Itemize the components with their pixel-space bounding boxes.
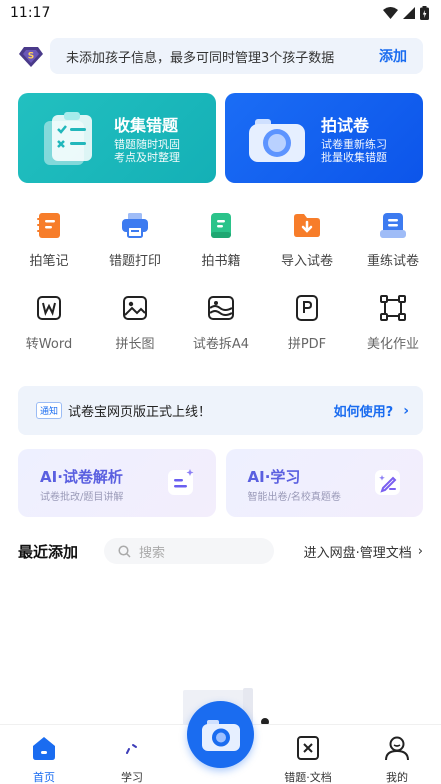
search-placeholder: 搜索	[139, 545, 166, 561]
card-subtitle-line: 批量收集错题	[321, 151, 387, 164]
notice-tag: 通知	[36, 402, 63, 419]
tool-label: 重练试卷	[366, 254, 419, 269]
camera-icon	[249, 119, 305, 162]
svg-text:S: S	[28, 52, 34, 62]
nav-study[interactable]: 学习	[102, 733, 162, 784]
ai-card-title: AI·学习	[247, 468, 301, 486]
notebook-icon	[37, 213, 60, 238]
ai-card-subtitle: 试卷批改/题目讲解	[40, 492, 124, 503]
tool-label: 美化作业	[366, 337, 419, 352]
card-title: 拍试卷	[321, 116, 370, 135]
retry-paper-icon	[380, 213, 406, 238]
scan-paper-card[interactable]: 拍试卷 试卷重新练习 批量收集错题	[225, 93, 423, 183]
card-subtitle-line: 考点及时整理	[114, 151, 180, 164]
chevron-right-icon: ›	[417, 543, 423, 559]
tool-label: 试卷拆A4	[192, 337, 250, 352]
printer-icon	[122, 213, 148, 238]
status-time: 11:17	[10, 5, 51, 21]
tool-redo-paper[interactable]: 重练试卷	[350, 210, 436, 269]
import-folder-icon	[294, 214, 320, 237]
notice-pill: 未添加孩子信息，最多可同时管理3个孩子数据 添加	[50, 38, 423, 74]
card-title: 收集错题	[114, 116, 179, 135]
tool-split-a4[interactable]: 试卷拆A4	[178, 293, 264, 352]
camera-icon	[201, 719, 240, 751]
vip-badge-icon[interactable]: S	[18, 43, 44, 69]
ai-study-card[interactable]: AI·学习 智能出卷/名校真题卷	[225, 449, 423, 517]
home-icon	[33, 737, 55, 760]
tool-label: 转Word	[25, 337, 73, 352]
notice-text: 未添加孩子信息，最多可同时管理3个孩子数据	[66, 50, 335, 66]
tool-label: 拼长图	[115, 337, 155, 352]
tool-label: 拼PDF	[287, 337, 327, 352]
ai-card-subtitle: 智能出卷/名校真题卷	[247, 492, 341, 503]
tool-to-word[interactable]: 转Word	[6, 293, 92, 352]
tool-beautify-homework[interactable]: 美化作业	[350, 293, 436, 352]
card-subtitle: 试卷重新练习 批量收集错题	[321, 138, 387, 164]
nav-profile[interactable]: 我的	[367, 733, 427, 784]
ai-cards: AI·试卷解析 试卷批改/题目讲解 AI·学习 智能出卷/名校真题卷	[18, 449, 423, 517]
tool-label: 导入试卷	[280, 254, 333, 269]
camera-fab-button[interactable]	[187, 701, 254, 768]
tool-label: 拍书籍	[201, 254, 241, 269]
announcement-bar[interactable]: 通知 试卷宝网页版正式上线！ 如何使用? ›	[18, 386, 423, 435]
feature-cards: 收集错题 错题随时巩固 考点及时整理 拍试卷 试卷重新练习 批量收集错题	[18, 93, 423, 183]
tool-scan-book[interactable]: 拍书籍	[178, 210, 264, 269]
tool-merge-pdf[interactable]: 拼PDF	[264, 293, 350, 352]
nav-home[interactable]: 首页	[14, 733, 74, 784]
search-input[interactable]: 搜索	[104, 538, 275, 564]
ai-pen-icon	[375, 470, 400, 495]
card-subtitle-line: 试卷重新练习	[321, 138, 387, 151]
status-icons	[383, 6, 429, 20]
recent-title: 最近添加	[18, 542, 79, 561]
collect-mistakes-card[interactable]: 收集错题 错题随时巩固 考点及时整理	[18, 93, 216, 183]
tool-grid: 拍笔记 错题打印 拍书籍 导入试卷 重练试卷 转Word 拼长图 试卷拆A4 拼…	[6, 210, 436, 352]
tool-import-paper[interactable]: 导入试卷	[264, 210, 350, 269]
how-to-use-link[interactable]: 如何使用?	[334, 401, 394, 420]
cloud-disk-label: 进入网盘·管理文档	[303, 545, 412, 561]
signal-icon	[403, 7, 415, 19]
split-a4-icon	[208, 296, 234, 320]
child-notice: S 未添加孩子信息，最多可同时管理3个孩子数据 添加	[18, 38, 423, 74]
card-subtitle-line: 错题随时巩固	[114, 138, 180, 151]
card-subtitle: 错题随时巩固 考点及时整理	[114, 138, 180, 164]
word-icon	[37, 296, 61, 320]
tool-print-mistakes[interactable]: 错题打印	[92, 210, 178, 269]
nav-label: 首页	[33, 771, 55, 784]
chevron-right-icon: ›	[403, 402, 409, 419]
ai-analysis-icon	[167, 469, 193, 495]
battery-icon	[420, 6, 429, 20]
mistakes-doc-icon	[297, 736, 319, 760]
ai-card-title: AI·试卷解析	[40, 468, 123, 486]
tool-label: 错题打印	[108, 254, 161, 269]
tool-long-image[interactable]: 拼长图	[92, 293, 178, 352]
ai-paper-analysis-card[interactable]: AI·试卷解析 试卷批改/题目讲解	[18, 449, 216, 517]
add-child-button[interactable]: 添加	[379, 46, 407, 66]
search-icon	[118, 544, 131, 558]
wifi-icon	[383, 7, 398, 19]
recent-section: 最近添加 搜索 进入网盘·管理文档 ›	[18, 537, 423, 565]
tool-label: 拍笔记	[29, 254, 69, 269]
long-image-icon	[123, 296, 147, 320]
nav-mistakes-docs[interactable]: 错题·文档	[278, 733, 338, 784]
mistakes-clipboard-icon	[44, 112, 92, 165]
book-icon	[211, 213, 231, 238]
announcement-text: 试卷宝网页版正式上线！	[68, 405, 212, 420]
status-bar: 11:17	[0, 0, 441, 26]
nav-label: 我的	[386, 771, 408, 784]
cloud-disk-link[interactable]: 进入网盘·管理文档 ›	[304, 542, 423, 561]
nav-label: 错题·文档	[284, 771, 332, 784]
pdf-icon	[296, 295, 318, 321]
nav-label: 学习	[121, 771, 143, 784]
beautify-icon	[380, 295, 406, 321]
tool-take-notes[interactable]: 拍笔记	[6, 210, 92, 269]
study-icon	[126, 744, 137, 754]
profile-icon	[385, 736, 409, 761]
